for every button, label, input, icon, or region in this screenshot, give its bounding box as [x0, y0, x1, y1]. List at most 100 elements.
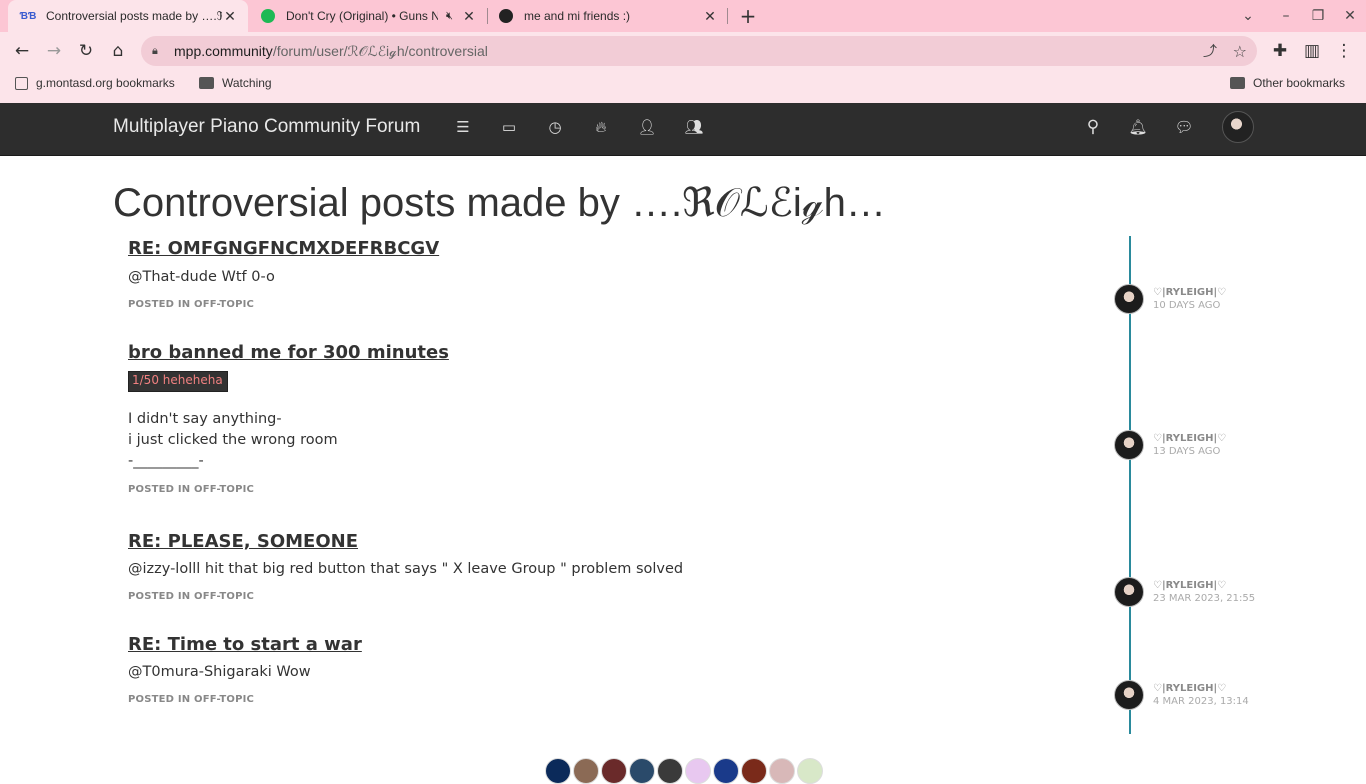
- avatar[interactable]: [741, 758, 767, 784]
- post-author[interactable]: ♡|RYLEIGH|♡: [1153, 580, 1226, 591]
- post-item: RE: PLEASE, SOMEONE @izzy-lolll hit that…: [128, 531, 1028, 602]
- close-icon[interactable]: ✕: [702, 8, 718, 24]
- post-title[interactable]: RE: OMFGNGFNCMXDEFRBCGV: [128, 238, 1028, 259]
- avatar[interactable]: [657, 758, 683, 784]
- post-body: @That-dude Wtf 0-o: [128, 269, 275, 285]
- page-icon: [15, 76, 28, 90]
- timeline-entry: ♡|RYLEIGH|♡ 10 DAYS AGO: [1114, 284, 1366, 316]
- post-category[interactable]: POSTED IN OFF-TOPIC: [128, 299, 1028, 310]
- notifications-icon[interactable]: 🔔︎: [1128, 117, 1148, 137]
- star-icon[interactable]: ☆: [1233, 42, 1247, 61]
- chat-icon[interactable]: 💬︎: [1174, 117, 1194, 137]
- minimize-button[interactable]: –: [1276, 6, 1296, 26]
- timeline-entry: ♡|RYLEIGH|♡ 4 MAR 2023, 13:14: [1114, 680, 1366, 712]
- popular-icon[interactable]: 🔥︎: [591, 117, 611, 137]
- avatar[interactable]: [601, 758, 627, 784]
- post-author[interactable]: ♡|RYLEIGH|♡: [1153, 433, 1226, 444]
- folder-icon: [1230, 77, 1245, 89]
- bookmark-label: g.montasd.org bookmarks: [36, 76, 175, 90]
- avatar[interactable]: [769, 758, 795, 784]
- groups-icon[interactable]: 👥︎: [684, 117, 704, 137]
- post-title[interactable]: RE: PLEASE, SOMEONE: [128, 531, 1028, 552]
- recent-icon[interactable]: ◷: [545, 117, 565, 137]
- tab-friends[interactable]: me and mi friends :) ✕: [488, 0, 728, 32]
- forum-header: Multiplayer Piano Community Forum ☰ ▭ ◷ …: [0, 103, 1366, 156]
- home-button[interactable]: ⌂: [107, 40, 129, 62]
- folder-icon: [199, 77, 214, 89]
- reload-button[interactable]: ↻: [75, 40, 97, 62]
- bookmarks-bar: g.montasd.org bookmarks Watching Other b…: [0, 70, 1366, 98]
- close-icon[interactable]: ✕: [222, 8, 238, 24]
- speaker-muted-icon[interactable]: 🔇︎: [446, 10, 453, 23]
- extensions-icon[interactable]: ✚: [1269, 40, 1291, 62]
- post-body-line: -_________-: [128, 453, 204, 469]
- restore-button[interactable]: ❐: [1308, 6, 1328, 26]
- search-icon[interactable]: ⚲: [1083, 117, 1103, 137]
- other-bookmarks[interactable]: Other bookmarks: [1230, 76, 1345, 90]
- avatar[interactable]: [629, 758, 655, 784]
- post-body: @T0mura-Shigaraki Wow: [128, 664, 311, 680]
- avatar[interactable]: [797, 758, 823, 784]
- tab-title: Controversial posts made by ….ℜ: [46, 9, 222, 23]
- close-window-button[interactable]: ✕: [1340, 6, 1360, 26]
- avatar[interactable]: [1114, 284, 1144, 314]
- post-author[interactable]: ♡|RYLEIGH|♡: [1153, 287, 1226, 298]
- address-bar[interactable]: 🔒︎ mpp.community/forum/user/ℛ𝒪ℒℰiℊh/cont…: [141, 36, 1257, 66]
- post-time[interactable]: 10 DAYS AGO: [1153, 300, 1220, 311]
- lock-icon: 🔒︎: [152, 44, 158, 57]
- avatar[interactable]: [545, 758, 571, 784]
- post-category[interactable]: POSTED IN OFF-TOPIC: [128, 694, 1028, 705]
- browser-toolbar: ← → ↻ ⌂ 🔒︎ mpp.community/forum/user/ℛ𝒪ℒℰ…: [0, 32, 1366, 70]
- tab-title: Don't Cry (Original) • Guns N: [286, 9, 438, 23]
- tab-strip: ƁƁ Controversial posts made by ….ℜ ✕ Don…: [0, 0, 1366, 32]
- post-author[interactable]: ♡|RYLEIGH|♡: [1153, 683, 1226, 694]
- side-panel-icon[interactable]: ▥: [1301, 40, 1323, 62]
- post-title[interactable]: RE: Time to start a war: [128, 634, 1028, 655]
- url-path: /forum/user/ℛ𝒪ℒℰiℊh/controversial: [272, 42, 488, 59]
- bookmark-watching[interactable]: Watching: [199, 76, 272, 90]
- avatar[interactable]: [573, 758, 599, 784]
- back-button[interactable]: ←: [11, 40, 33, 62]
- avatar[interactable]: [1114, 680, 1144, 710]
- unread-icon[interactable]: ▭: [499, 117, 519, 137]
- menu-icon[interactable]: ⋮: [1333, 40, 1355, 62]
- timeline-entry: ♡|RYLEIGH|♡ 23 MAR 2023, 21:55: [1114, 577, 1366, 609]
- tab-title: me and mi friends :): [524, 9, 631, 23]
- post-time[interactable]: 4 MAR 2023, 13:14: [1153, 696, 1249, 707]
- avatar[interactable]: [1114, 430, 1144, 460]
- new-tab-button[interactable]: +: [738, 4, 758, 28]
- forum-brand[interactable]: Multiplayer Piano Community Forum: [113, 116, 420, 138]
- user-avatar[interactable]: [1222, 111, 1254, 143]
- avatar[interactable]: [1114, 577, 1144, 607]
- avatar[interactable]: [685, 758, 711, 784]
- bookmark-label: Watching: [222, 76, 272, 90]
- post-category[interactable]: POSTED IN OFF-TOPIC: [128, 591, 1028, 602]
- spotify-icon: [260, 8, 276, 24]
- page-title: Controversial posts made by ….ℜ𝒪ℒℰiℊh…: [113, 181, 886, 225]
- post-category[interactable]: POSTED IN OFF-TOPIC: [128, 484, 1028, 495]
- tab-spotify[interactable]: Don't Cry (Original) • Guns N 🔇︎ ✕: [248, 0, 488, 32]
- post-body: @izzy-lolll hit that big red button that…: [128, 561, 684, 577]
- tab-separator: [727, 8, 728, 24]
- tab-search-icon[interactable]: ⌄: [1238, 6, 1258, 26]
- post-body-line: I didn't say anything-: [128, 411, 282, 427]
- post-title[interactable]: bro banned me for 300 minutes: [128, 342, 1028, 363]
- avatar[interactable]: [713, 758, 739, 784]
- post-item: RE: OMFGNGFNCMXDEFRBCGV @That-dude Wtf 0…: [128, 238, 1028, 310]
- forward-button[interactable]: →: [43, 40, 65, 62]
- tab-controversial[interactable]: ƁƁ Controversial posts made by ….ℜ ✕: [8, 0, 248, 32]
- post-body-line: i just clicked the wrong room: [128, 432, 338, 448]
- post-time[interactable]: 13 DAYS AGO: [1153, 446, 1220, 457]
- bookmark-montasd[interactable]: g.montasd.org bookmarks: [15, 76, 175, 90]
- user-badge: 1/50 heheheha: [128, 371, 228, 392]
- post-item: bro banned me for 300 minutes 1/50 heheh…: [128, 342, 1028, 495]
- categories-icon[interactable]: ☰: [453, 117, 473, 137]
- users-icon[interactable]: 👤︎: [637, 117, 657, 137]
- url-domain: mpp.community: [174, 42, 273, 59]
- post-time[interactable]: 23 MAR 2023, 21:55: [1153, 593, 1255, 604]
- close-icon[interactable]: ✕: [461, 8, 477, 24]
- share-icon[interactable]: ⤴: [1203, 41, 1217, 61]
- post-item: RE: Time to start a war @T0mura-Shigarak…: [128, 634, 1028, 705]
- browser-chrome: ƁƁ Controversial posts made by ….ℜ ✕ Don…: [0, 0, 1366, 103]
- avatar-icon: [498, 8, 514, 24]
